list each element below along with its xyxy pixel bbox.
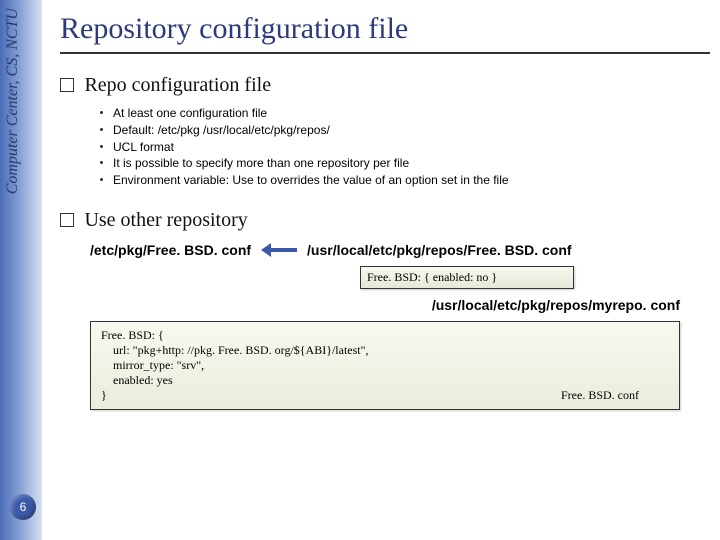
- section-heading: Repo configuration file: [84, 74, 271, 96]
- section-heading: Use other repository: [84, 209, 247, 231]
- path-right: /usr/local/etc/pkg/repos/Free. BSD. conf: [307, 242, 572, 258]
- list-item-text: Default: /etc/pkg /usr/local/etc/pkg/rep…: [113, 123, 330, 137]
- slide-content: Repository configuration file Repo confi…: [60, 0, 710, 410]
- square-bullet-icon: [60, 78, 74, 92]
- code-box-disabled: Free. BSD: { enabled: no }: [360, 266, 574, 289]
- dot-icon: [100, 178, 103, 181]
- paths-row: /etc/pkg/Free. BSD. conf /usr/local/etc/…: [90, 242, 710, 258]
- arrow-left-icon: [261, 243, 297, 257]
- dot-icon: [100, 111, 103, 114]
- dot-icon: [100, 145, 103, 148]
- list-item: UCL format: [100, 139, 710, 156]
- code-line: Free. BSD: {: [101, 328, 669, 343]
- sidebar-gradient: Computer Center, CS, NCTU: [0, 0, 42, 540]
- list-item: Default: /etc/pkg /usr/local/etc/pkg/rep…: [100, 122, 710, 139]
- list-item-text: It is possible to specify more than one …: [113, 156, 409, 170]
- path-myrepo: /usr/local/etc/pkg/repos/myrepo. conf: [60, 297, 680, 313]
- page-number-badge: 6: [10, 494, 36, 520]
- code-line: url: "pkg+http: //pkg. Free. BSD. org/${…: [101, 343, 669, 358]
- list-item-text: At least one configuration file: [113, 106, 267, 120]
- slide-title: Repository configuration file: [60, 12, 710, 54]
- dot-icon: [100, 161, 103, 164]
- list-item-text: UCL format: [113, 140, 174, 154]
- list-item: Environment variable: Use to overrides t…: [100, 172, 710, 189]
- code-ref: Free. BSD. conf: [561, 388, 639, 403]
- section-use-other: Use other repository: [60, 209, 710, 232]
- code-line: enabled: yes: [101, 373, 669, 388]
- list-item: It is possible to specify more than one …: [100, 155, 710, 172]
- list-item-text: Environment variable: Use to overrides t…: [113, 173, 509, 187]
- square-bullet-icon: [60, 213, 74, 227]
- sidebar-label: Computer Center, CS, NCTU: [4, 8, 22, 194]
- code-line: mirror_type: "srv",: [101, 358, 669, 373]
- section-repo-config: Repo configuration file: [60, 74, 710, 97]
- dot-icon: [100, 128, 103, 131]
- path-left: /etc/pkg/Free. BSD. conf: [90, 242, 251, 258]
- repo-config-sublist: At least one configuration file Default:…: [100, 105, 710, 189]
- code-box-config: Free. BSD: { url: "pkg+http: //pkg. Free…: [90, 321, 680, 410]
- list-item: At least one configuration file: [100, 105, 710, 122]
